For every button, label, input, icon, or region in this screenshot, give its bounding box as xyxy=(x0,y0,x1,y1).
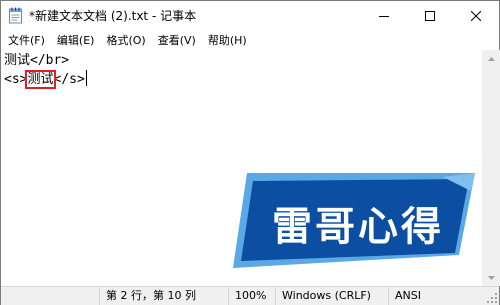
notepad-icon xyxy=(8,7,23,24)
encoding: ANSI xyxy=(388,287,465,305)
maximize-button[interactable] xyxy=(407,1,453,31)
watermark-text: 雷哥心得 xyxy=(272,204,444,250)
minimize-icon xyxy=(379,16,389,17)
window-title: *新建文本文档 (2).txt - 记事本 xyxy=(29,9,197,23)
menu-file[interactable]: 文件(F) xyxy=(1,31,51,50)
menu-edit[interactable]: 编辑(E) xyxy=(51,31,101,50)
close-button[interactable] xyxy=(453,1,499,31)
minimize-button[interactable] xyxy=(361,1,407,31)
notepad-window: *新建文本文档 (2).txt - 记事本 文件(F) 编辑(E) 格式(O) … xyxy=(0,0,500,305)
vertical-scrollbar[interactable] xyxy=(482,50,500,286)
cursor-position: 第 2 行，第 10 列 xyxy=(99,287,226,305)
status-bar: 第 2 行，第 10 列 100% Windows (CRLF) ANSI xyxy=(1,286,499,305)
editor-line-1: 测试</br> xyxy=(4,53,70,68)
line-2-suffix: </s> xyxy=(53,72,85,87)
arrow-up-icon xyxy=(488,56,495,61)
highlighted-text: 测试 xyxy=(25,70,56,89)
editor-line-2: <s>测试</s> xyxy=(4,70,87,90)
watermark-logo: 雷哥心得 xyxy=(233,173,475,268)
close-icon xyxy=(471,11,481,21)
menu-format[interactable]: 格式(O) xyxy=(100,31,151,50)
line-ending: Windows (CRLF) xyxy=(275,287,387,305)
scroll-up-button[interactable] xyxy=(483,50,500,67)
menu-view[interactable]: 查看(V) xyxy=(152,31,202,50)
line-2-prefix: <s> xyxy=(4,72,28,87)
text-caret xyxy=(85,70,87,86)
title-bar[interactable]: *新建文本文档 (2).txt - 记事本 xyxy=(1,1,499,31)
zoom-level: 100% xyxy=(228,287,280,305)
resize-grip-icon[interactable] xyxy=(487,293,497,303)
menu-help[interactable]: 帮助(H) xyxy=(202,31,253,50)
arrow-down-icon xyxy=(488,275,495,280)
maximize-icon xyxy=(425,11,435,21)
menu-bar: 文件(F) 编辑(E) 格式(O) 查看(V) 帮助(H) xyxy=(1,31,499,50)
scroll-down-button[interactable] xyxy=(483,269,500,286)
